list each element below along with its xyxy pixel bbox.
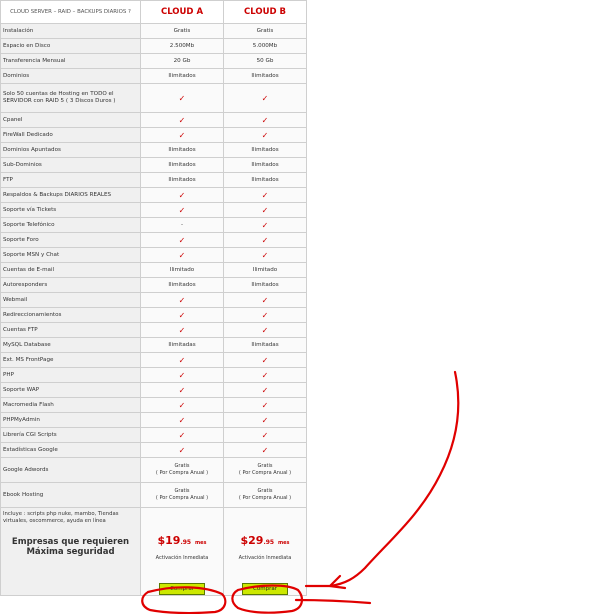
annotation-circle-a: [141, 586, 227, 614]
annotation-arrow-head: [304, 574, 347, 590]
annotation-tail-line: [294, 598, 372, 605]
red-annotation-overlay: [141, 370, 460, 614]
annotation-circle-b: [231, 584, 304, 614]
annotation-arrow-curve: [328, 370, 460, 588]
